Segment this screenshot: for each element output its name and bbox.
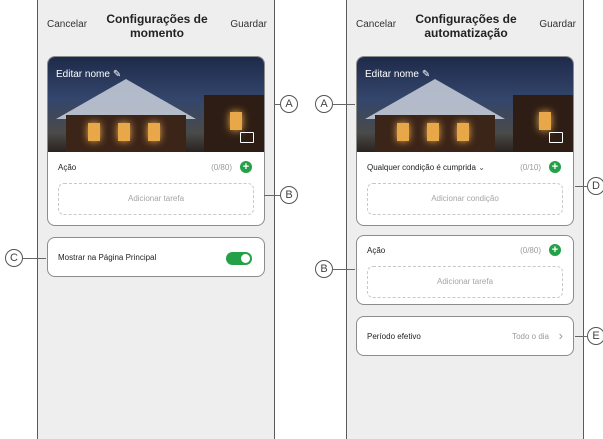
top-bar: Cancelar Configurações de momento Guarda…: [38, 0, 274, 50]
add-condition-icon[interactable]: +: [549, 161, 561, 173]
top-bar: Cancelar Configurações de automatização …: [347, 0, 583, 50]
callout-d: D: [587, 177, 603, 195]
image-icon[interactable]: [549, 132, 563, 143]
edit-name-label: Editar nome: [56, 69, 110, 80]
save-button[interactable]: Guardar: [230, 19, 267, 30]
page-title: Configurações de automatização: [415, 12, 517, 40]
cancel-button[interactable]: Cancelar: [356, 19, 396, 30]
effective-period-row[interactable]: Período efetivo Todo o dia ›: [356, 316, 574, 356]
save-button[interactable]: Guardar: [539, 19, 576, 30]
add-task-button[interactable]: Adicionar tarefa: [58, 183, 254, 215]
show-home-toggle[interactable]: [226, 252, 252, 265]
add-task-button[interactable]: Adicionar tarefa: [367, 266, 563, 298]
callout-leader: [575, 186, 587, 187]
edit-name-label: Editar nome: [365, 69, 419, 80]
callout-a-right: A: [315, 95, 333, 113]
edit-name-button[interactable]: Editar nome ✎: [56, 69, 121, 80]
pencil-icon: ✎: [421, 69, 431, 80]
page-title: Configurações de momento: [106, 12, 208, 40]
add-condition-button[interactable]: Adicionar condição: [367, 183, 563, 215]
period-label: Período efetivo: [367, 332, 421, 341]
show-home-label: Mostrar na Página Principal: [58, 253, 157, 262]
condition-count: (0/10): [520, 163, 541, 172]
edit-name-button[interactable]: Editar nome ✎: [365, 69, 430, 80]
action-card: Ação (0/80) + Adicionar tarefa: [356, 235, 574, 305]
period-value: Todo o dia: [512, 332, 549, 341]
callout-e: E: [587, 327, 603, 345]
callout-a-left: A: [280, 95, 298, 113]
callout-b-left: B: [280, 186, 298, 204]
cover-image[interactable]: Editar nome ✎: [48, 57, 264, 152]
moment-card: Editar nome ✎ Ação (0/80) + Adicionar tar…: [47, 56, 265, 226]
callout-leader: [333, 269, 355, 270]
condition-selector[interactable]: Qualquer condição é cumprida ⌄: [367, 163, 485, 172]
action-count: (0/80): [211, 163, 232, 172]
automation-settings-screen: Cancelar Configurações de automatização …: [346, 0, 584, 439]
callout-leader: [333, 104, 355, 105]
automation-card: Editar nome ✎ Qualquer condição é cumprid…: [356, 56, 574, 226]
add-action-icon[interactable]: +: [549, 244, 561, 256]
chevron-down-icon: ⌄: [478, 163, 485, 172]
callout-leader: [23, 258, 46, 259]
cancel-button[interactable]: Cancelar: [47, 19, 87, 30]
image-icon[interactable]: [240, 132, 254, 143]
chevron-right-icon: ›: [558, 328, 563, 343]
callout-leader: [264, 195, 280, 196]
action-label: Ação: [367, 246, 386, 255]
condition-label: Qualquer condição é cumprida: [367, 163, 476, 172]
callout-leader: [575, 336, 587, 337]
moment-settings-screen: Cancelar Configurações de momento Guarda…: [37, 0, 275, 439]
action-label: Ação: [58, 163, 77, 172]
show-home-card: Mostrar na Página Principal: [47, 237, 265, 277]
action-count: (0/80): [520, 246, 541, 255]
cover-image[interactable]: Editar nome ✎: [357, 57, 573, 152]
callout-c: C: [5, 249, 23, 267]
add-action-icon[interactable]: +: [240, 161, 252, 173]
callout-b-right: B: [315, 260, 333, 278]
pencil-icon: ✎: [112, 69, 122, 80]
